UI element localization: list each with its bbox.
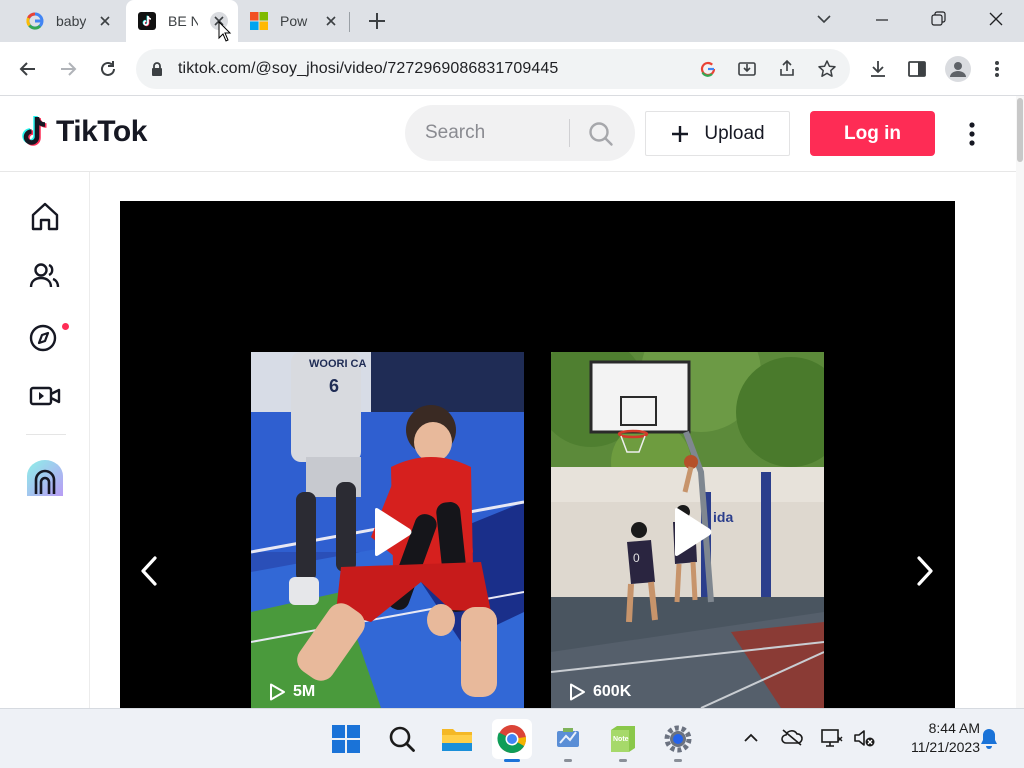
active-app-indicator xyxy=(504,759,520,762)
url-text[interactable]: tiktok.com/@soy_jhosi/video/727296908683… xyxy=(178,60,558,78)
tab-title: BE N xyxy=(168,13,198,29)
tab-title: Pow xyxy=(280,13,308,29)
search-icon[interactable] xyxy=(587,120,615,148)
app-icon[interactable] xyxy=(548,719,588,759)
browser-toolbar: tiktok.com/@soy_jhosi/video/727296908683… xyxy=(0,42,1024,96)
tiktok-header: TikTok Search Upload Log in xyxy=(0,96,1016,172)
tab-google[interactable]: baby xyxy=(14,0,124,42)
back-button[interactable] xyxy=(14,55,42,83)
more-options-icon[interactable] xyxy=(958,118,986,150)
next-arrow-icon[interactable] xyxy=(910,553,940,589)
tiktok-wordmark: TikTok xyxy=(56,115,147,148)
app-indicator xyxy=(619,759,627,762)
bookmark-star-icon[interactable] xyxy=(813,55,841,83)
address-bar[interactable]: tiktok.com/@soy_jhosi/video/727296908683… xyxy=(136,49,850,89)
mouse-cursor-icon xyxy=(218,21,232,43)
search-box[interactable]: Search xyxy=(405,105,635,161)
app-indicator xyxy=(674,759,682,762)
view-count-value: 5M xyxy=(293,683,316,700)
minimize-button[interactable] xyxy=(872,10,892,30)
explore-icon[interactable] xyxy=(26,317,64,355)
clock-time: 8:44 AM xyxy=(928,720,980,736)
svg-text:ida: ida xyxy=(713,509,733,525)
system-clock[interactable]: 8:44 AM 11/21/2023 xyxy=(880,719,980,757)
view-count-value: 600K xyxy=(593,683,632,700)
reload-button[interactable] xyxy=(94,55,122,83)
browser-tab-strip: baby BE N Pow xyxy=(0,0,1024,42)
microsoft-icon xyxy=(250,12,268,30)
volume-muted-icon[interactable] xyxy=(852,727,876,749)
downloads-icon[interactable] xyxy=(864,55,892,83)
svg-text:0: 0 xyxy=(633,551,640,565)
play-outline-icon xyxy=(270,683,285,701)
live-icon[interactable] xyxy=(26,377,64,415)
tab-powerpoint[interactable]: Pow xyxy=(238,0,350,42)
login-button[interactable]: Log in xyxy=(810,111,935,156)
search-divider xyxy=(569,119,570,147)
close-window-button[interactable] xyxy=(986,9,1006,29)
lock-icon[interactable] xyxy=(150,61,164,77)
upload-label: Upload xyxy=(704,122,765,144)
svg-text:Note: Note xyxy=(613,736,629,743)
plus-icon xyxy=(672,125,689,142)
close-tab-icon[interactable] xyxy=(322,12,340,30)
notes-app-icon[interactable]: Note xyxy=(603,719,643,759)
following-icon[interactable] xyxy=(26,257,64,295)
start-button[interactable] xyxy=(326,719,366,759)
tiktok-icon xyxy=(138,12,156,30)
clock-date: 11/21/2023 xyxy=(910,739,980,755)
play-icon[interactable] xyxy=(671,507,713,557)
show-hidden-icons-chevron-icon[interactable] xyxy=(742,731,760,745)
search-icon[interactable] xyxy=(382,719,422,759)
app-indicator xyxy=(564,759,572,762)
google-icon xyxy=(26,12,44,30)
search-input[interactable]: Search xyxy=(425,122,485,144)
restore-button[interactable] xyxy=(928,9,948,29)
upload-button[interactable]: Upload xyxy=(645,111,790,156)
windows-taskbar: Note 8:44 AM 11/21/2023 xyxy=(0,708,1024,768)
new-tab-button[interactable] xyxy=(366,10,388,32)
profile-avatar-icon[interactable] xyxy=(944,55,972,83)
video-player[interactable]: WOORI CA 6 5M ida 0 600K xyxy=(120,201,955,708)
network-icon[interactable] xyxy=(820,727,844,749)
forward-button[interactable] xyxy=(54,55,82,83)
svg-text:6: 6 xyxy=(329,376,339,396)
tiktok-sidebar xyxy=(0,172,90,708)
video-thumbnail[interactable]: ida 0 600K xyxy=(551,352,824,708)
chrome-icon[interactable] xyxy=(492,719,532,759)
notification-bell-icon[interactable] xyxy=(978,727,1000,751)
play-outline-icon xyxy=(570,683,585,701)
sidebar-divider xyxy=(26,434,66,435)
svg-text:WOORI CA: WOORI CA xyxy=(309,358,366,370)
home-icon[interactable] xyxy=(26,197,64,235)
close-tab-icon[interactable] xyxy=(96,12,114,30)
settings-gear-icon[interactable] xyxy=(658,719,698,759)
onedrive-icon[interactable] xyxy=(780,727,804,747)
chrome-menu-icon[interactable] xyxy=(983,55,1011,83)
play-icon[interactable] xyxy=(371,507,413,557)
view-count: 5M xyxy=(267,682,315,702)
tab-separator xyxy=(349,12,350,32)
side-panel-icon[interactable] xyxy=(903,55,931,83)
page-scrollbar[interactable] xyxy=(1016,96,1024,708)
file-explorer-icon[interactable] xyxy=(437,719,477,759)
scrollbar-thumb[interactable] xyxy=(1017,98,1023,162)
view-count: 600K xyxy=(567,682,631,702)
previous-arrow-icon[interactable] xyxy=(134,553,164,589)
live-studio-icon[interactable] xyxy=(25,458,65,498)
tiktok-note-icon xyxy=(22,116,47,146)
google-lens-icon[interactable] xyxy=(694,55,722,83)
tiktok-logo[interactable]: TikTok xyxy=(20,114,147,150)
tab-title: baby xyxy=(56,13,86,29)
tab-search-chevron-icon[interactable] xyxy=(815,12,833,26)
video-thumbnail[interactable]: WOORI CA 6 5M xyxy=(251,352,524,708)
share-icon[interactable] xyxy=(773,55,801,83)
install-app-icon[interactable] xyxy=(733,55,761,83)
notification-dot xyxy=(62,323,69,330)
